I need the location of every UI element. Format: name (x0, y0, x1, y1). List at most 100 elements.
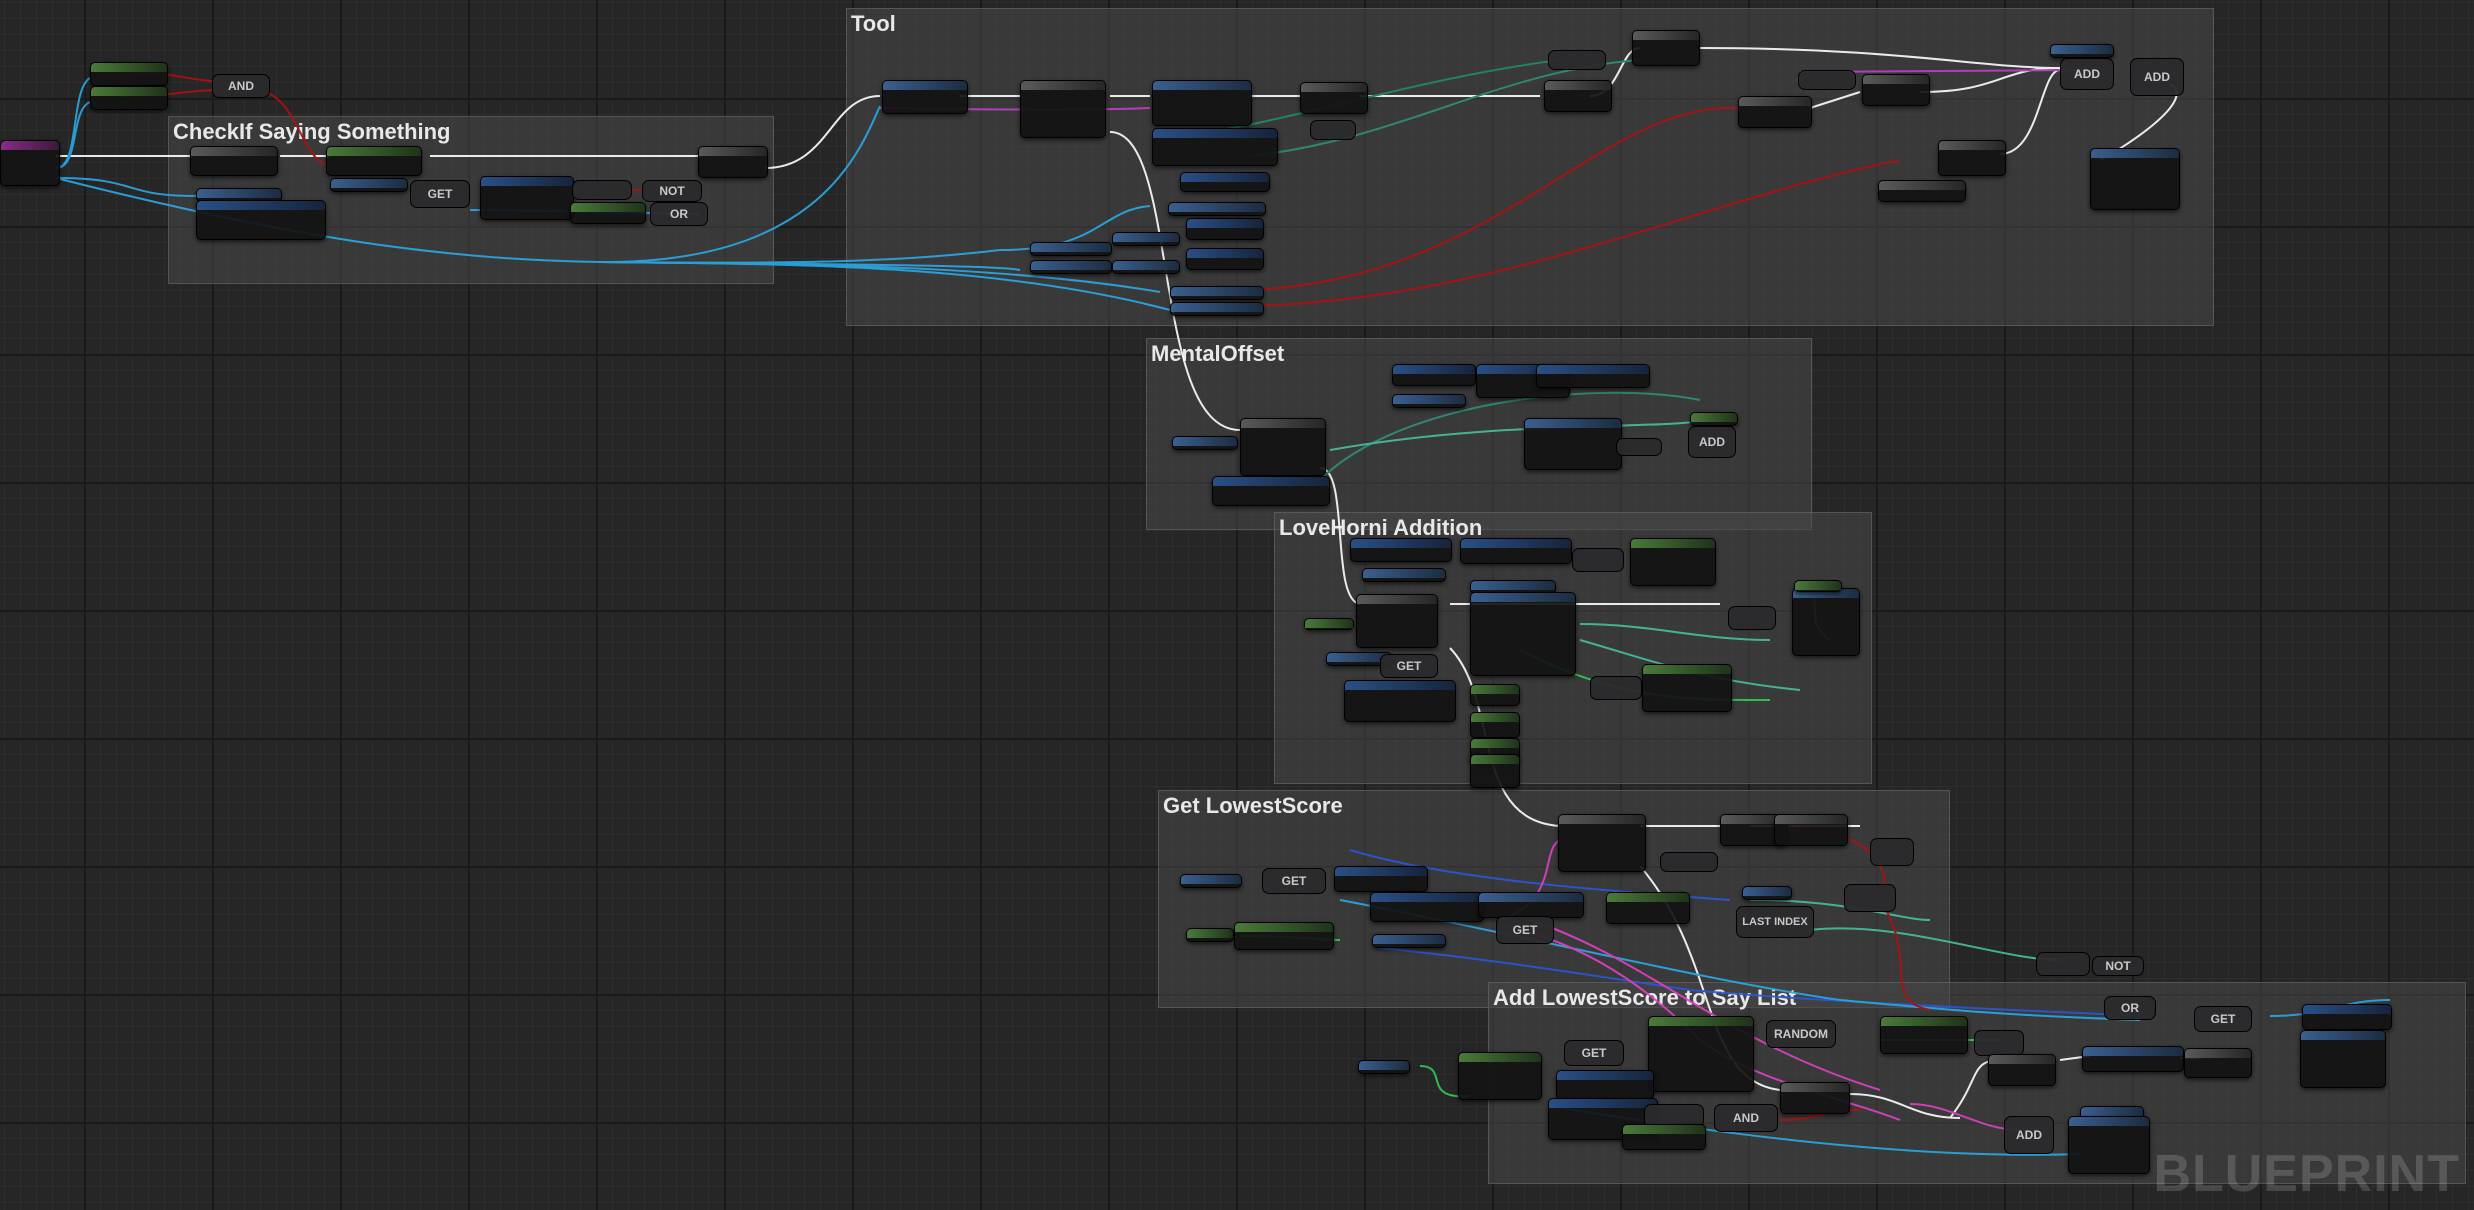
op-and-1[interactable]: AND (212, 74, 270, 98)
op-bool-1[interactable] (1870, 838, 1914, 866)
node-break-love-dialogue-3[interactable] (1344, 680, 1456, 722)
op-get-3[interactable]: GET (1262, 868, 1326, 894)
node-difference-4[interactable] (1186, 928, 1234, 942)
op-equal-2[interactable] (1310, 120, 1356, 140)
node-clamp-int[interactable] (1458, 1052, 1542, 1100)
node-branch-8[interactable] (1938, 140, 2006, 176)
node-random-int-in-range[interactable] (1880, 1016, 1968, 1054)
node-set-array-elem[interactable] (1792, 588, 1860, 656)
node-show-left[interactable] (1112, 260, 1180, 274)
op-equal-4[interactable] (1798, 70, 1856, 90)
node-set-local-var[interactable] (2082, 1046, 2184, 1072)
op-not-1[interactable]: NOT (642, 180, 702, 202)
node-multiply-float-4[interactable] (1470, 754, 1520, 788)
op-get-2[interactable]: GET (1380, 654, 1438, 678)
node-break-ohm-motivations-2[interactable] (1460, 538, 1572, 564)
node-branch-13[interactable] (1780, 1082, 1850, 1114)
node-set-mental-offset[interactable] (1524, 418, 1622, 470)
node-print-string[interactable] (2090, 148, 2180, 210)
node-is-valid-2[interactable] (90, 86, 168, 110)
node-event-look-at-talk[interactable] (0, 140, 60, 186)
node-break-love-dialogue-4[interactable] (1334, 866, 1428, 892)
node-branch-2[interactable] (698, 146, 768, 178)
op-equal-1[interactable] (572, 180, 632, 200)
node-difference-2[interactable] (1304, 618, 1354, 630)
node-branch-11[interactable] (1988, 1054, 2056, 1086)
node-break-tool-1[interactable] (1186, 218, 1264, 240)
op-multiply-3[interactable] (1590, 676, 1642, 700)
op-get-1[interactable]: GET (410, 180, 470, 208)
node-tool-value[interactable] (1878, 180, 1966, 202)
node-break-love-dialogue-5[interactable] (2302, 1004, 2392, 1030)
node-map-range-unclamped[interactable] (1648, 1016, 1754, 1092)
op-multiply-4[interactable] (1974, 1030, 2024, 1056)
node-multiply-float-1[interactable] (1470, 684, 1520, 706)
node-min-of-float-array[interactable] (1234, 922, 1334, 950)
node-is-valid-5[interactable] (1622, 1124, 1706, 1150)
op-add-2[interactable]: ADD (2130, 58, 2184, 96)
node-for-each-loop-with-break-2[interactable] (1240, 418, 1326, 476)
node-difference-3[interactable] (1794, 580, 1842, 592)
node-ohm-status-target[interactable] (1168, 202, 1266, 216)
node-branch-5[interactable] (1632, 30, 1700, 66)
node-set-say[interactable] (2068, 1116, 2150, 1174)
node-break-ohm-relations[interactable] (1536, 364, 1650, 388)
node-tool-using-right[interactable] (1030, 260, 1112, 274)
node-get-data-table-row[interactable] (1152, 80, 1252, 126)
op-random[interactable]: RANDOM (1766, 1020, 1836, 1048)
op-add-4[interactable] (1728, 606, 1776, 630)
op-or-2[interactable]: OR (2104, 996, 2156, 1020)
node-break-love-dialogue[interactable] (1152, 128, 1278, 166)
op-multiply-1[interactable] (1616, 438, 1662, 456)
node-amount-spoke-1[interactable] (1742, 886, 1792, 900)
node-branch-4[interactable] (1544, 80, 1612, 112)
node-tool-active-right[interactable] (1170, 302, 1264, 316)
node-break-tool-2[interactable] (1186, 248, 1264, 270)
node-break-ohm-emotion-2[interactable] (1392, 364, 1476, 386)
op-add-5[interactable]: ADD (2004, 1116, 2054, 1154)
op-or-1[interactable]: OR (650, 202, 708, 226)
op-get-4[interactable]: GET (1496, 916, 1554, 944)
node-multiply-float-2[interactable] (1470, 712, 1520, 738)
op-not-2[interactable]: NOT (2092, 956, 2144, 976)
node-branch-3[interactable] (1300, 82, 1368, 114)
node-get-data-table-row-names[interactable] (882, 80, 968, 114)
node-clamp-float-1[interactable] (1630, 538, 1716, 586)
node-for-each-loop-with-break-4[interactable] (1558, 814, 1646, 872)
node-tool-selected-says-2[interactable] (1172, 436, 1238, 450)
node-saved-days[interactable] (330, 178, 408, 192)
node-is-valid-1[interactable] (90, 62, 168, 86)
op-equal-3[interactable] (1548, 50, 1606, 70)
node-tool-selected-says-4[interactable] (1180, 874, 1242, 888)
node-branch-1[interactable] (190, 146, 278, 176)
node-break-say-line[interactable] (480, 176, 574, 220)
node-append[interactable] (1606, 892, 1690, 924)
op-and-2[interactable]: AND (1714, 1104, 1778, 1132)
node-difference-1[interactable] (1690, 412, 1738, 426)
node-tool-active-left[interactable] (1170, 286, 1264, 300)
node-tool-using-left[interactable] (1030, 242, 1112, 256)
node-branch-12[interactable] (2184, 1048, 2252, 1078)
node-is-valid-4[interactable] (570, 202, 646, 224)
op-multiply-2[interactable] (1572, 548, 1624, 572)
node-clamp-float-2[interactable] (1642, 664, 1732, 712)
node-ohm-status-switch[interactable] (1470, 592, 1576, 676)
node-break-love-dialogue-2[interactable] (1212, 476, 1330, 506)
op-equal-6[interactable] (2036, 952, 2090, 976)
node-ohm-status-target-3[interactable] (1362, 568, 1446, 582)
node-is-valid-3[interactable] (326, 146, 422, 176)
node-ohm-status-target-4[interactable] (1372, 934, 1446, 948)
node-break-ohm-status-3[interactable] (1350, 538, 1452, 562)
node-break-ohm-emotion[interactable] (1180, 172, 1270, 192)
node-get-data-table-row-2[interactable] (1478, 892, 1584, 918)
node-break-ohm-status[interactable] (196, 200, 326, 240)
node-for-each-loop-3[interactable] (1356, 594, 1438, 648)
node-break-ohm-status-4[interactable] (1370, 892, 1484, 922)
node-set-say-list[interactable] (2300, 1030, 2386, 1088)
node-tool-selected-says[interactable] (2050, 44, 2114, 58)
node-branch-7[interactable] (1862, 74, 1930, 106)
op-get-5[interactable]: GET (2194, 1006, 2252, 1032)
node-branch-6[interactable] (1738, 96, 1812, 128)
node-ohm-status-target-2[interactable] (1392, 394, 1466, 408)
blueprint-graph-canvas[interactable]: Tool CheckIf Saying Something MentalOffs… (0, 0, 2474, 1210)
